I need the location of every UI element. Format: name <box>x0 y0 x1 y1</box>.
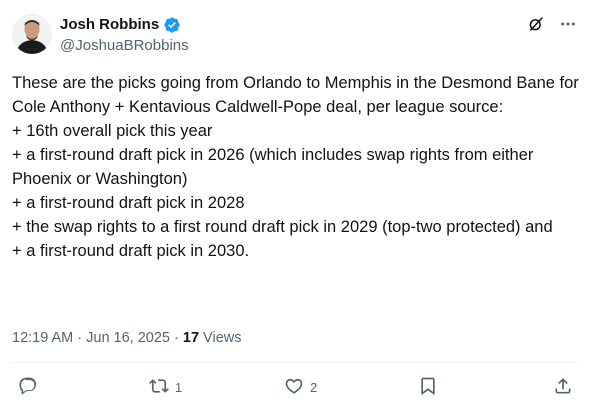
verified-badge-icon <box>163 16 181 34</box>
author-name[interactable]: Josh Robbins <box>60 15 159 35</box>
tweet-card: Josh Robbins @JoshuaBRobbins These are t… <box>0 0 593 414</box>
divider <box>12 362 581 363</box>
repost-button[interactable]: 1 <box>149 376 182 399</box>
repost-count: 1 <box>175 380 183 395</box>
views-label: Views <box>199 330 242 346</box>
timestamp[interactable]: 12:19 AM · Jun 16, 2025 · <box>12 330 183 346</box>
reply-button[interactable] <box>18 376 44 399</box>
bookmark-icon <box>418 376 438 399</box>
tweet-meta: 12:19 AM · Jun 16, 2025 · 17 Views <box>12 328 241 348</box>
reply-icon <box>18 376 38 399</box>
like-icon <box>284 376 304 399</box>
bookmark-button[interactable] <box>418 376 438 399</box>
like-count: 2 <box>310 380 318 395</box>
views-count: 17 <box>182 330 200 346</box>
share-button[interactable] <box>553 376 573 399</box>
tweet-text: These are the picks going from Orlando t… <box>12 74 579 260</box>
author-handle[interactable]: @JoshuaBRobbins <box>60 36 189 56</box>
action-bar: 1 2 <box>12 376 581 400</box>
share-icon <box>553 376 573 399</box>
top-actions <box>527 15 577 33</box>
repost-icon <box>149 376 169 399</box>
grok-icon[interactable] <box>527 15 545 33</box>
author-name-row: Josh Robbins <box>60 15 181 35</box>
more-icon[interactable] <box>559 15 577 33</box>
like-button[interactable]: 2 <box>284 376 317 399</box>
avatar[interactable] <box>12 14 52 54</box>
avatar-image <box>12 14 52 54</box>
